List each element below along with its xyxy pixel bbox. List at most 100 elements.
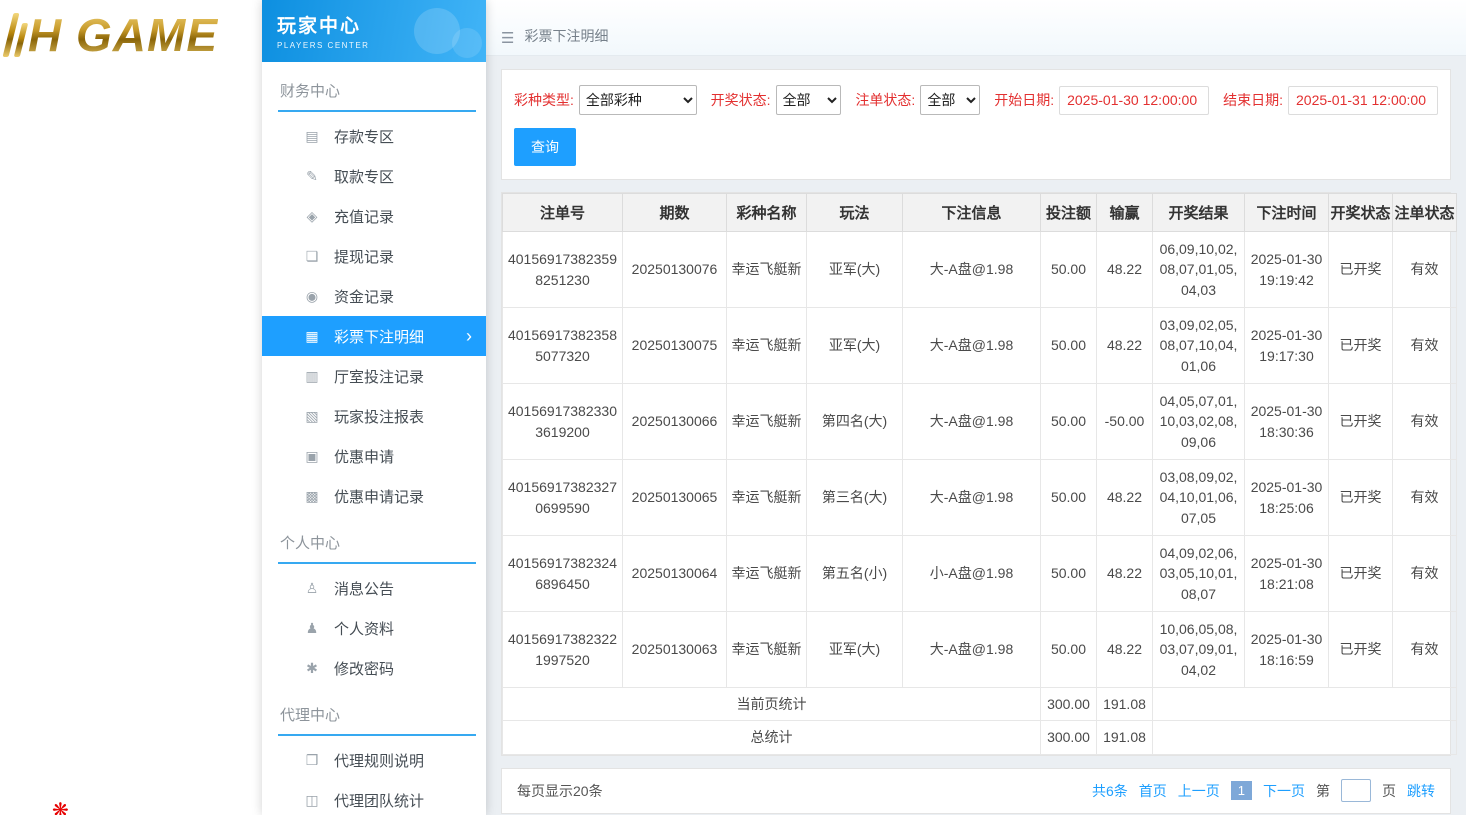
page-prefix-label: 第 <box>1316 781 1330 801</box>
cell-order-id: 401569173823221997520 <box>503 612 623 688</box>
sidebar-item[interactable]: ♟个人资料 <box>262 608 486 648</box>
password-icon: ✱ <box>302 660 322 677</box>
cell-lottery-name: 幸运飞艇新 <box>727 536 807 612</box>
page-suffix-label: 页 <box>1382 781 1396 801</box>
cell-lottery-name: 幸运飞艇新 <box>727 460 807 536</box>
cell-issue-number: 20250130064 <box>623 536 727 612</box>
table-row: 40156917382327069959020250130065幸运飞艇新第三名… <box>503 460 1457 536</box>
summary-win-loss: 191.08 <box>1097 721 1153 754</box>
cell-order-id: 401569173823270699590 <box>503 460 623 536</box>
col-header-bet-amount: 投注额 <box>1041 194 1097 232</box>
next-page-link[interactable]: 下一页 <box>1263 781 1305 801</box>
cell-draw-status: 已开奖 <box>1329 536 1393 612</box>
content: 彩种类型: 全部彩种 开奖状态: 全部 注单状态: 全部 开始日期: 结束日期: <box>486 56 1466 815</box>
sidebar-item-label: 优惠申请记录 <box>334 486 424 507</box>
cell-play-type: 亚军(大) <box>807 308 903 384</box>
first-page-link[interactable]: 首页 <box>1139 781 1167 801</box>
cell-issue-number: 20250130075 <box>623 308 727 384</box>
sidebar-item[interactable]: ▧玩家投注报表 <box>262 396 486 436</box>
cell-order-status: 有效 <box>1393 308 1457 384</box>
funds-record-icon: ◉ <box>302 288 322 305</box>
sidebar-item-label: 消息公告 <box>334 578 394 599</box>
cell-bet-info: 大-A盘@1.98 <box>903 232 1041 308</box>
sidebar-item-label: 代理团队统计 <box>334 790 424 811</box>
cell-lottery-name: 幸运飞艇新 <box>727 232 807 308</box>
main-area: ☰ 彩票下注明细 彩种类型: 全部彩种 开奖状态: 全部 注单状态: 全部 <box>486 0 1466 815</box>
cell-bet-info: 大-A盘@1.98 <box>903 384 1041 460</box>
draw-status-select[interactable]: 全部 <box>776 85 842 115</box>
sidebar-item[interactable]: ▤存款专区 <box>262 116 486 156</box>
cell-draw-result: 03,08,09,02,04,10,01,06,07,05 <box>1153 460 1245 536</box>
end-date-input[interactable] <box>1288 86 1438 115</box>
cell-draw-result: 03,09,02,05,08,07,10,04,01,06 <box>1153 308 1245 384</box>
start-date-input[interactable] <box>1059 86 1209 115</box>
cell-play-type: 亚军(大) <box>807 232 903 308</box>
hamburger-menu-icon[interactable]: ☰ <box>501 31 514 46</box>
page-jump-input[interactable] <box>1341 779 1371 802</box>
promo-record-icon: ▩ <box>302 488 322 505</box>
sidebar-nav: 财务中心▤存款专区✎取款专区◈充值记录❏提现记录◉资金记录▦彩票下注明细›▥厅室… <box>262 62 486 815</box>
sidebar-item-label: 代理规则说明 <box>334 750 424 771</box>
col-header-bet-time: 下注时间 <box>1245 194 1329 232</box>
summary-empty <box>1153 721 1457 754</box>
summary-label: 当前页统计 <box>503 688 1041 721</box>
sidebar-item[interactable]: ◈充值记录 <box>262 196 486 236</box>
sidebar-item[interactable]: ▣优惠申请 <box>262 436 486 476</box>
cell-bet-amount: 50.00 <box>1041 308 1097 384</box>
sidebar-item[interactable]: ♙消息公告 <box>262 568 486 608</box>
cell-draw-status: 已开奖 <box>1329 232 1393 308</box>
summary-row: 当前页统计300.00191.08 <box>503 688 1457 721</box>
table-header-row: 注单号期数彩种名称玩法下注信息投注额输赢开奖结果下注时间开奖状态注单状态 <box>503 194 1457 232</box>
cell-win-loss: 48.22 <box>1097 612 1153 688</box>
query-button[interactable]: 查询 <box>514 128 576 166</box>
page: H GAME ❋ 玩家中心 PLAYERS CENTER 财务中心▤存款专区✎取… <box>0 0 1466 815</box>
chevron-right-icon: › <box>466 327 472 345</box>
cell-bet-amount: 50.00 <box>1041 536 1097 612</box>
red-badge-icon: ❋ <box>52 798 69 815</box>
cell-bet-amount: 50.00 <box>1041 232 1097 308</box>
pagination-bar: 每页显示20条 共6条 首页 上一页 1 下一页 第 页 跳转 <box>501 768 1451 814</box>
cell-draw-status: 已开奖 <box>1329 460 1393 536</box>
sidebar-item[interactable]: ▩ 优惠申请记录 <box>262 476 486 516</box>
left-logo-area: H GAME ❋ <box>0 0 262 815</box>
lottery-type-select[interactable]: 全部彩种 <box>579 85 697 115</box>
sidebar-item-label: 提现记录 <box>334 246 394 267</box>
sidebar-item[interactable]: ▦彩票下注明细› <box>262 316 486 356</box>
cell-draw-result: 10,06,05,08,03,07,09,01,04,02 <box>1153 612 1245 688</box>
page-title: 彩票下注明细 <box>524 26 608 46</box>
summary-empty <box>1153 688 1457 721</box>
profile-icon: ♟ <box>302 620 322 637</box>
sidebar-item[interactable]: ❒ 代理规则说明 <box>262 740 486 780</box>
sidebar-item[interactable]: ❏提现记录 <box>262 236 486 276</box>
sidebar-item[interactable]: ▥厅室投注记录 <box>262 356 486 396</box>
cell-order-status: 有效 <box>1393 460 1457 536</box>
col-header-play-type: 玩法 <box>807 194 903 232</box>
cell-play-type: 亚军(大) <box>807 612 903 688</box>
cell-bet-amount: 50.00 <box>1041 460 1097 536</box>
sidebar-item[interactable]: ◫代理团队统计 <box>262 780 486 815</box>
cell-play-type: 第五名(小) <box>807 536 903 612</box>
cell-draw-result: 06,09,10,02,08,07,01,05,04,03 <box>1153 232 1245 308</box>
cell-win-loss: 48.22 <box>1097 460 1153 536</box>
col-header-lottery-name: 彩种名称 <box>727 194 807 232</box>
col-header-order-id: 注单号 <box>503 194 623 232</box>
per-page-label: 每页显示20条 <box>517 781 603 801</box>
sidebar-item[interactable]: ✱ 修改密码 <box>262 648 486 688</box>
filter-panel: 彩种类型: 全部彩种 开奖状态: 全部 注单状态: 全部 开始日期: 结束日期: <box>501 69 1451 180</box>
current-page[interactable]: 1 <box>1231 781 1252 800</box>
order-status-select[interactable]: 全部 <box>920 85 980 115</box>
jump-link[interactable]: 跳转 <box>1407 781 1435 801</box>
sidebar-item[interactable]: ✎取款专区 <box>262 156 486 196</box>
prev-page-link[interactable]: 上一页 <box>1178 781 1220 801</box>
cell-order-id: 401569173823585077320 <box>503 308 623 384</box>
sidebar-item-label: 玩家投注报表 <box>334 406 424 427</box>
summary-label: 总统计 <box>503 721 1041 754</box>
agent-rules-icon: ❒ <box>302 752 322 769</box>
cell-order-status: 有效 <box>1393 384 1457 460</box>
cell-play-type: 第四名(大) <box>807 384 903 460</box>
cell-issue-number: 20250130076 <box>623 232 727 308</box>
cell-lottery-name: 幸运飞艇新 <box>727 384 807 460</box>
sidebar-item-label: 修改密码 <box>334 658 394 679</box>
summary-win-loss: 191.08 <box>1097 688 1153 721</box>
sidebar-item[interactable]: ◉资金记录 <box>262 276 486 316</box>
